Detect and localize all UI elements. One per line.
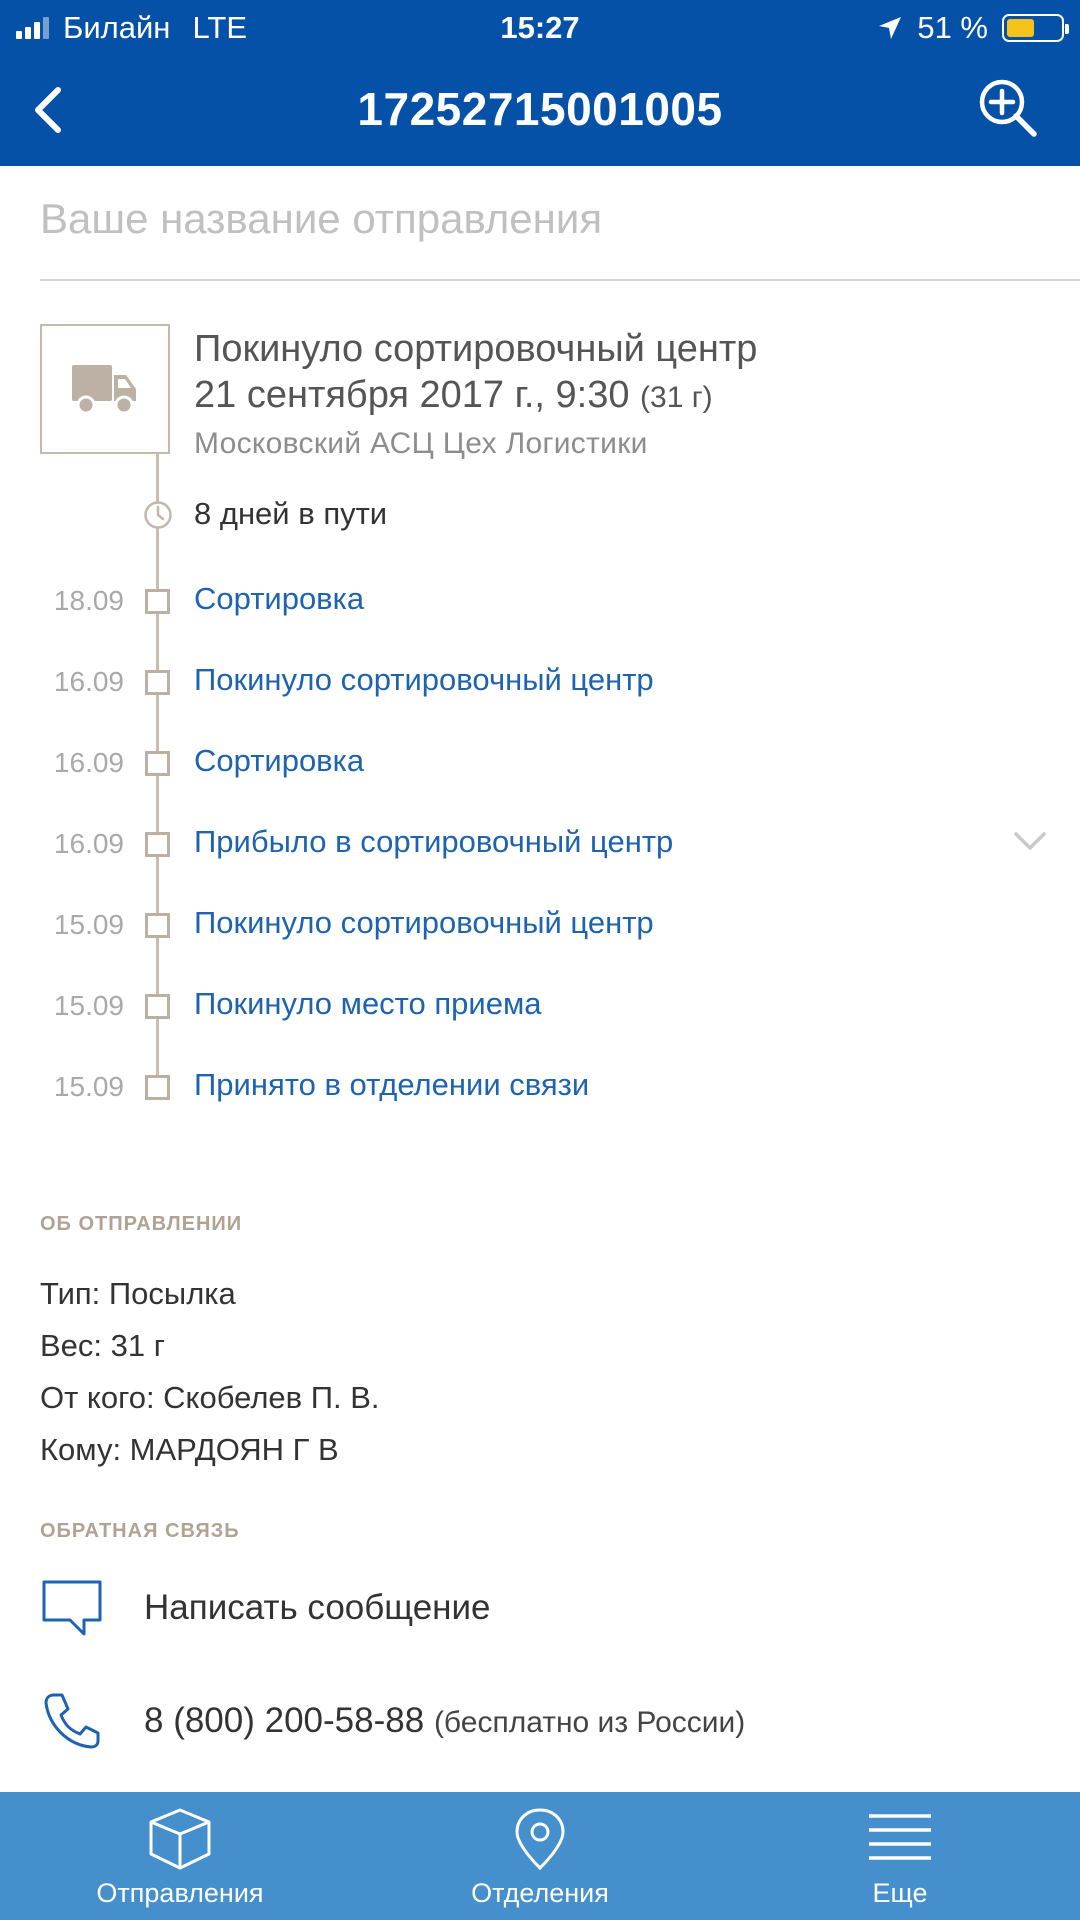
hotline-number: 8 (800) 200-58-88 xyxy=(144,1701,425,1740)
tracking-history: 18.09 Сортировка 16.09 Покинуло сортировочн… xyxy=(0,561,1080,1128)
tab-more-label: Еще xyxy=(872,1878,928,1908)
history-date: 18.09 xyxy=(53,585,124,616)
about-item: Тип: Посылка xyxy=(40,1276,236,1311)
chat-bubble-icon xyxy=(42,1580,102,1636)
menu-lines-icon xyxy=(869,1814,931,1860)
tab-shipments[interactable]: Отправления xyxy=(0,1792,360,1920)
about-item: От кого: Скобелев П. В. xyxy=(40,1380,380,1415)
current-status-date: 21 сентября 2017 г., 9:30 xyxy=(194,374,630,416)
history-label: Покинуло сортировочный центр xyxy=(194,905,654,940)
tab-shipments-label: Отправления xyxy=(96,1878,264,1908)
history-item[interactable]: 16.09 Сортировка xyxy=(0,723,1080,804)
battery-icon xyxy=(1002,14,1069,42)
battery-fill xyxy=(1007,19,1034,37)
chevron-down-icon[interactable] xyxy=(1010,824,1050,860)
shipment-name-input[interactable] xyxy=(40,195,1080,243)
write-message-label: Написать сообщение xyxy=(144,1588,491,1627)
history-label: Принято в отделении связи xyxy=(194,1067,590,1102)
about-item: Кому: МАРДОЯН Г В xyxy=(40,1432,339,1467)
location-arrow-icon xyxy=(879,17,902,39)
write-message-row[interactable]: Написать сообщение xyxy=(0,1564,1080,1654)
history-marker xyxy=(145,589,170,614)
location-pin-icon xyxy=(515,1808,565,1871)
transit-duration: 8 дней в пути xyxy=(0,492,1080,538)
feedback-heading: ОБРАТНАЯ СВЯЗЬ xyxy=(40,1520,240,1542)
transit-text: 8 дней в пути xyxy=(194,496,388,531)
history-marker xyxy=(145,832,170,857)
history-date: 15.09 xyxy=(53,990,124,1021)
current-status-icon-box xyxy=(40,324,170,454)
history-date: 16.09 xyxy=(53,828,124,859)
top-header: Билайн LTE 15:27 51 % 17252715001005 xyxy=(0,0,1080,166)
about-list: Тип: Посылка Вес: 31 г От кого: Скобелев П… xyxy=(40,1268,380,1476)
history-item[interactable]: 18.09 Сортировка xyxy=(0,561,1080,642)
history-label: Покинуло сортировочный центр xyxy=(194,662,654,697)
tracking-number-title: 17252715001005 xyxy=(357,83,723,135)
current-status-place: Московский АСЦ Цех Логистики xyxy=(194,427,648,460)
history-label: Прибыло в сортировочный центр xyxy=(194,824,674,859)
history-item[interactable]: 15.09 Покинуло сортировочный центр xyxy=(0,885,1080,966)
shipment-name-field[interactable] xyxy=(40,195,1080,281)
history-marker xyxy=(145,994,170,1019)
history-date: 16.09 xyxy=(53,747,124,778)
zoom-in-icon[interactable] xyxy=(976,76,1040,140)
history-item[interactable]: 15.09 Принято в отделении связи xyxy=(0,1047,1080,1128)
about-heading: ОБ ОТПРАВЛЕНИИ xyxy=(40,1213,243,1235)
history-marker xyxy=(145,913,170,938)
nav-bar: 17252715001005 xyxy=(0,56,1080,166)
history-marker xyxy=(145,670,170,695)
hotline-note: (бесплатно из России) xyxy=(433,1706,746,1739)
phone-icon xyxy=(44,1693,100,1749)
battery-percent: 51 % xyxy=(917,10,988,45)
history-item[interactable]: 16.09 Прибыло в сортировочный центр xyxy=(0,804,1080,885)
tab-more[interactable]: Еще xyxy=(720,1792,1080,1920)
tab-bar: Отправления Отделения Еще xyxy=(0,1792,1080,1920)
truck-icon xyxy=(72,365,136,415)
current-status-date-line: 21 сентября 2017 г., 9:30 (31 г) xyxy=(194,372,757,421)
history-date: 16.09 xyxy=(53,666,124,697)
history-date: 15.09 xyxy=(53,909,124,940)
about-item: Вес: 31 г xyxy=(40,1328,166,1363)
current-status-weight: (31 г) xyxy=(640,381,713,414)
history-item[interactable]: 15.09 Покинуло место приема xyxy=(0,966,1080,1047)
current-status: Покинуло сортировочный центр 21 сентября… xyxy=(194,326,757,461)
hotline-text: 8 (800) 200-58-88 (бесплатно из России) xyxy=(144,1701,745,1741)
current-status-title: Покинуло сортировочный центр xyxy=(194,328,758,370)
clock-icon xyxy=(144,501,172,529)
tab-offices-label: Отделения xyxy=(471,1878,609,1908)
package-box-icon xyxy=(149,1808,211,1870)
history-label: Сортировка xyxy=(194,581,365,616)
history-date: 15.09 xyxy=(53,1071,124,1102)
tab-offices[interactable]: Отделения xyxy=(360,1792,720,1920)
status-right: 51 % xyxy=(877,10,1069,46)
history-label: Покинуло место приема xyxy=(194,986,542,1021)
history-item[interactable]: 16.09 Покинуло сортировочный центр xyxy=(0,642,1080,723)
history-label: Сортировка xyxy=(194,743,365,778)
history-marker xyxy=(145,751,170,776)
hotline-row[interactable]: 8 (800) 200-58-88 (бесплатно из России) xyxy=(0,1677,1080,1767)
history-marker xyxy=(145,1075,170,1100)
status-bar: Билайн LTE 15:27 51 % xyxy=(0,0,1080,56)
